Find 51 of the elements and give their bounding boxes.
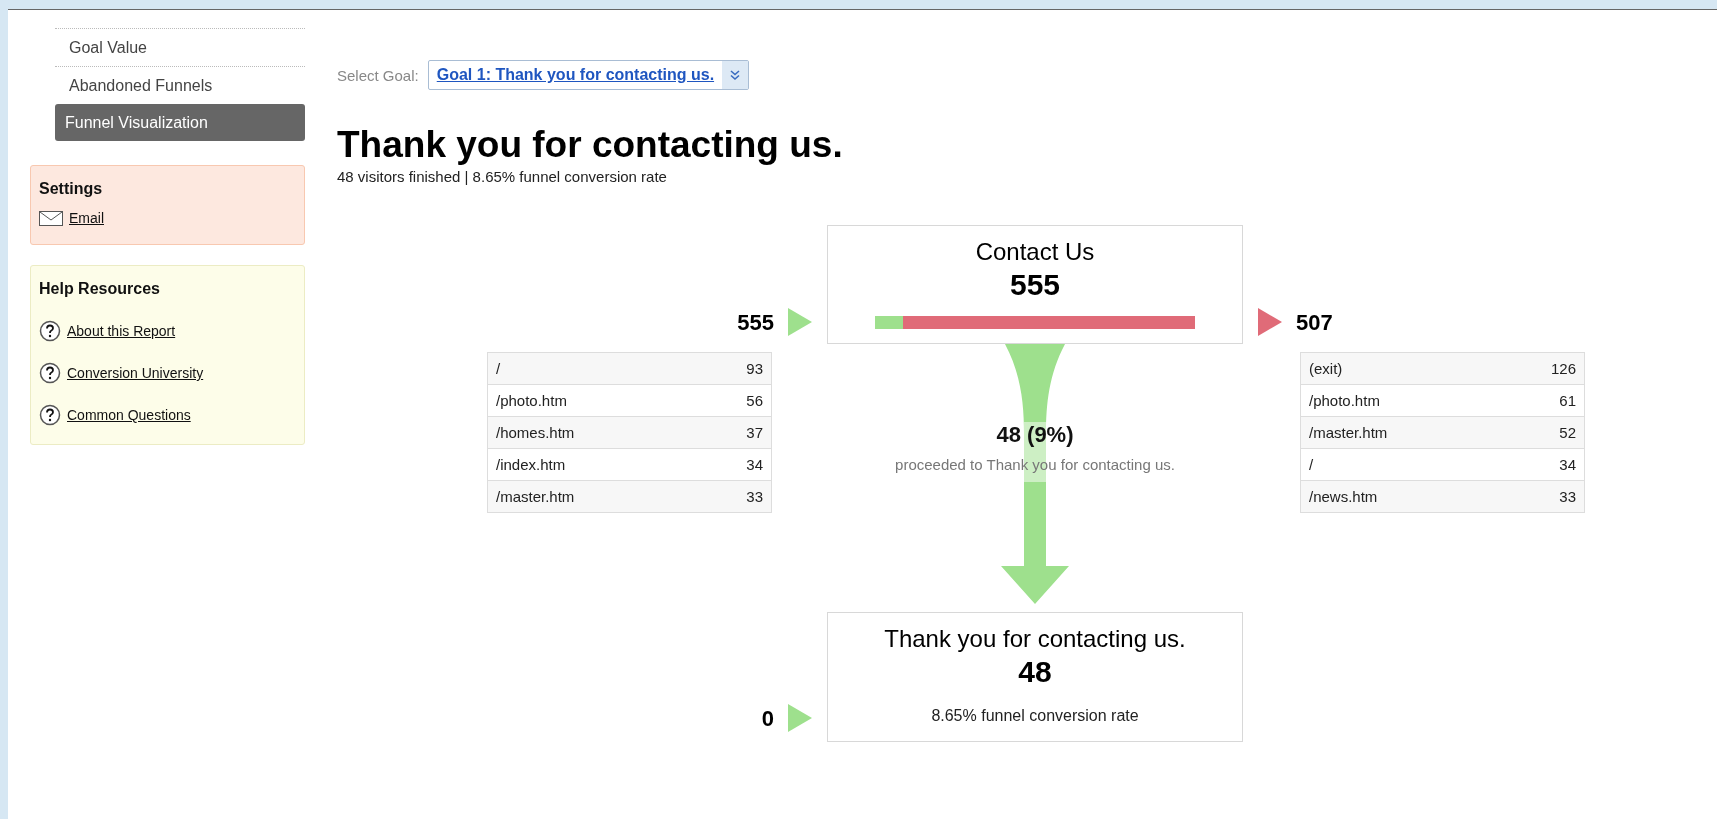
proceeded-text: proceeded to Thank you for contacting us. (895, 456, 1175, 473)
conversion-note: 8.65% funnel conversion rate (931, 707, 1139, 725)
entrance-count: 555 (737, 310, 774, 336)
table-cell-text: (exit) (1308, 360, 1344, 377)
table-cell-text: 126 (1549, 360, 1577, 377)
table-cell-text: /index.htm (495, 456, 567, 473)
page-title: Thank you for contacting us. (337, 124, 844, 166)
table-cell-text: /photo.htm (495, 392, 568, 409)
help-icon (39, 404, 61, 426)
play-triangle-icon (1258, 308, 1282, 336)
table-cell-text: 52 (1558, 424, 1577, 441)
step-name: Contact Us (975, 238, 1095, 266)
table-cell-text: 93 (745, 360, 764, 377)
table-cell-text: 33 (1558, 488, 1577, 505)
panel-title: Settings (39, 180, 104, 198)
step-name: Thank you for contacting us. (884, 625, 1186, 653)
table-cell-text: 34 (1558, 456, 1577, 473)
envelope-icon (39, 210, 63, 226)
play-triangle-icon (788, 308, 812, 336)
help-link[interactable]: Conversion University (67, 365, 204, 381)
table-cell-text: 37 (745, 424, 764, 441)
select-goal-label: Select Goal: (337, 66, 419, 84)
sidebar-item[interactable]: Funnel Visualization (55, 104, 305, 141)
play-triangle-icon (788, 704, 812, 732)
table-cell-text: 61 (1558, 392, 1577, 409)
step-count: 48 (1018, 655, 1052, 689)
sidebar-item[interactable]: Abandoned Funnels (55, 67, 305, 104)
entrance-count: 0 (761, 706, 774, 732)
chevron-down-icon (729, 69, 742, 81)
table-cell-text: / (495, 360, 502, 377)
table-cell-text: 34 (745, 456, 764, 473)
help-icon (39, 362, 61, 384)
table-cell-text: /master.htm (495, 488, 576, 505)
table-cell-text: /homes.htm (495, 424, 576, 441)
help-link[interactable]: About this Report (67, 323, 176, 339)
exit-count: 507 (1296, 310, 1333, 336)
table-cell-text: /photo.htm (1308, 392, 1381, 409)
table-cell-text: /news.htm (1308, 488, 1379, 505)
goal-dropdown[interactable]: Goal 1: Thank you for contacting us. (427, 60, 750, 90)
proceeded-count: 48 (9%) (996, 422, 1074, 448)
sidebar-item[interactable]: Goal Value (55, 29, 305, 67)
table-cell-text: 56 (745, 392, 764, 409)
settings-link[interactable]: Email (69, 210, 104, 226)
table-cell-text: 33 (745, 488, 764, 505)
page-subtitle: 48 visitors finished | 8.65% funnel conversion rate (337, 168, 668, 185)
step-count: 555 (1009, 268, 1061, 302)
table-cell-text: /master.htm (1308, 424, 1389, 441)
help-link[interactable]: Common Questions (67, 407, 191, 423)
help-icon (39, 320, 61, 342)
table-cell-text: / (1308, 456, 1315, 473)
panel-title: Help Resources (39, 280, 161, 298)
